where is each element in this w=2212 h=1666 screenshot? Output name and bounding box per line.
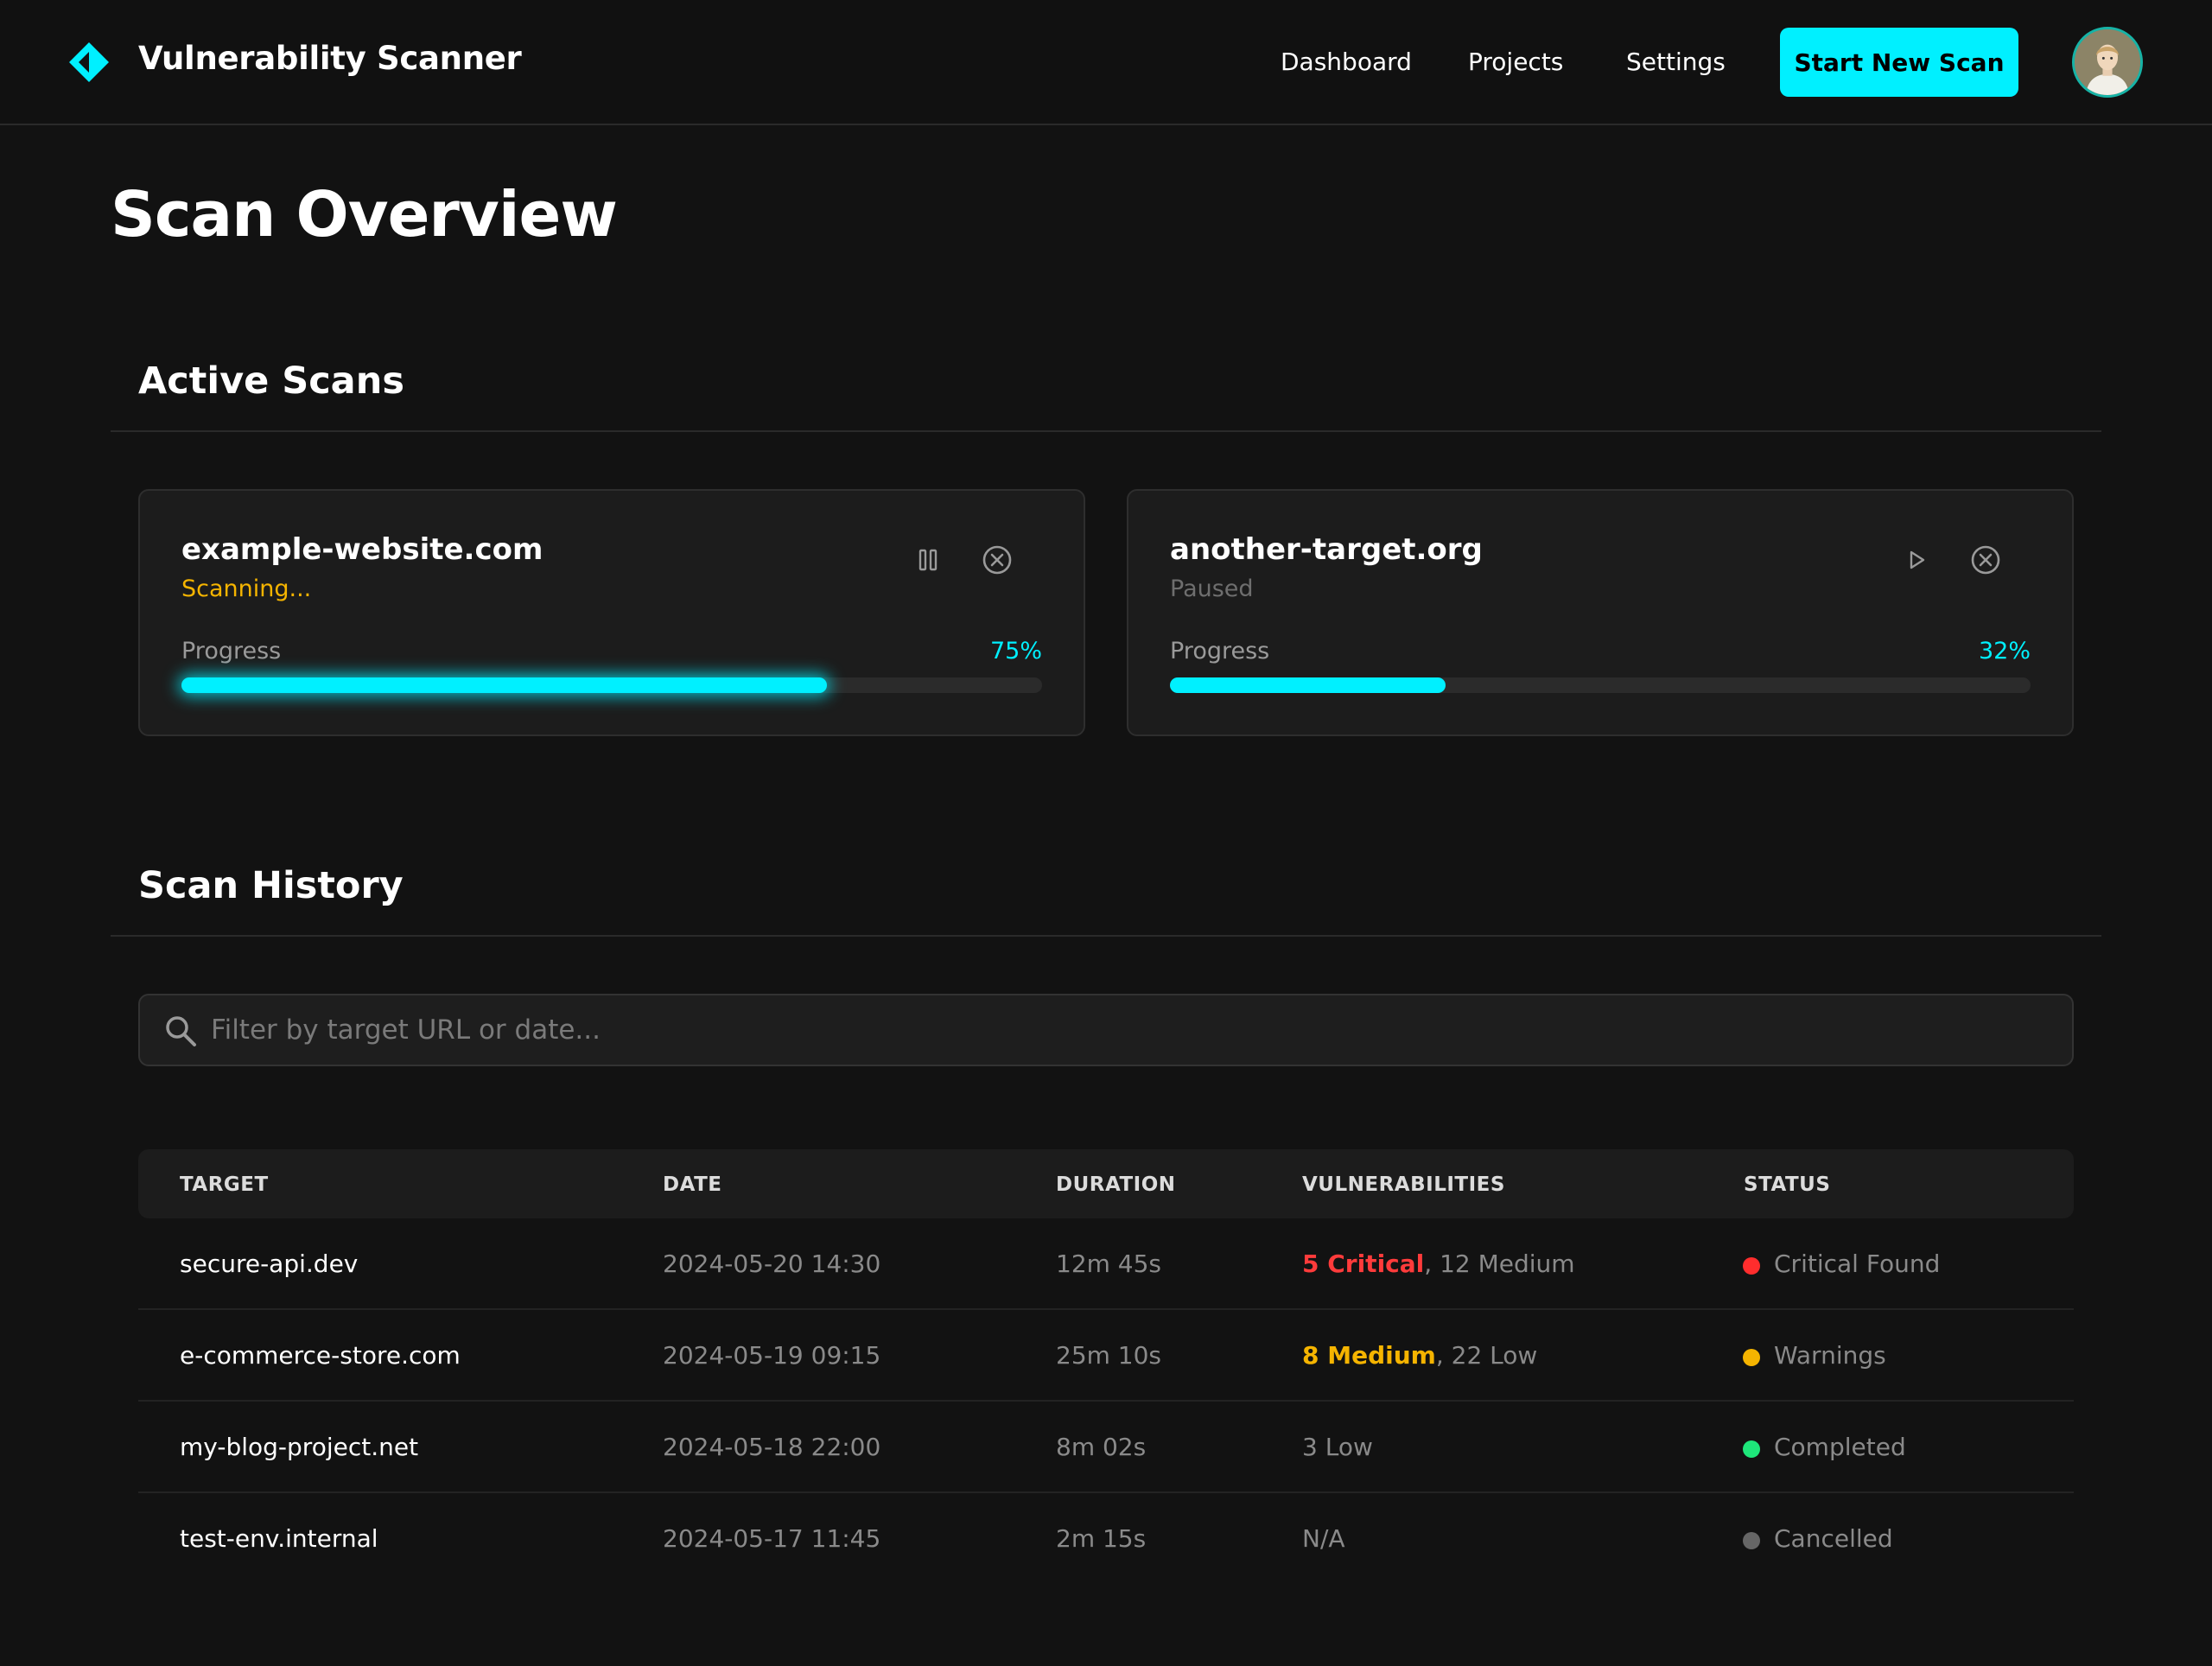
pause-icon[interactable] — [911, 543, 945, 577]
row-status: Critical Found — [1774, 1250, 1941, 1278]
severity-primary: 5 Critical — [1302, 1250, 1425, 1278]
status-dot — [1743, 1532, 1760, 1549]
row-date: 2024-05-18 22:00 — [663, 1433, 881, 1461]
table-row[interactable]: e-commerce-store.com 2024-05-19 09:15 25… — [138, 1310, 2074, 1402]
progress-fill — [181, 677, 827, 693]
active-scan-card: example-website.com Scanning... Progress… — [138, 489, 1085, 736]
row-status: Cancelled — [1774, 1524, 1893, 1553]
user-portrait-icon — [2075, 29, 2140, 95]
row-target[interactable]: my-blog-project.net — [180, 1433, 418, 1461]
active-scans-heading: Active Scans — [138, 359, 404, 403]
row-duration: 12m 45s — [1056, 1250, 1162, 1278]
progress-percent: 32% — [1978, 638, 2031, 664]
progress-label: Progress — [1170, 638, 1270, 664]
column-header-vulnerabilities[interactable]: VULNERABILITIES — [1302, 1173, 1505, 1196]
avatar[interactable] — [2072, 27, 2143, 98]
scan-target: another-target.org — [1170, 532, 1483, 567]
progress-track — [181, 677, 1042, 693]
severity-separator: , — [1435, 1341, 1452, 1370]
scan-status: Paused — [1170, 575, 1254, 602]
column-header-date[interactable]: DATE — [663, 1173, 722, 1196]
cancel-icon[interactable] — [980, 543, 1014, 577]
search-icon — [166, 1016, 196, 1046]
severity-separator: , — [1424, 1250, 1440, 1278]
row-vulnerabilities: N/A — [1302, 1524, 1345, 1553]
play-icon[interactable] — [1899, 543, 1934, 577]
cancel-icon[interactable] — [1968, 543, 2003, 577]
row-date: 2024-05-19 09:15 — [663, 1341, 881, 1370]
search-input[interactable] — [209, 1008, 2024, 1052]
top-nav-bar: Vulnerability Scanner Dashboard Projects… — [0, 0, 2212, 125]
progress-label: Progress — [181, 638, 282, 664]
app-title: Vulnerability Scanner — [138, 40, 522, 77]
section-divider — [111, 430, 2101, 432]
row-date: 2024-05-20 14:30 — [663, 1250, 881, 1278]
severity-secondary: 3 Low — [1302, 1433, 1373, 1461]
nav-link-dashboard[interactable]: Dashboard — [1281, 48, 1412, 76]
row-target[interactable]: test-env.internal — [180, 1524, 378, 1553]
table-row[interactable]: test-env.internal 2024-05-17 11:45 2m 15… — [138, 1493, 2074, 1585]
severity-secondary: 22 Low — [1451, 1341, 1538, 1370]
progress-fill — [1170, 677, 1446, 693]
diamond-logo-icon — [69, 42, 109, 82]
search-box — [138, 994, 2074, 1066]
column-header-target[interactable]: TARGET — [180, 1173, 269, 1196]
status-dot — [1743, 1349, 1760, 1366]
severity-primary: 8 Medium — [1302, 1341, 1436, 1370]
scan-target: example-website.com — [181, 532, 543, 567]
row-target[interactable]: secure-api.dev — [180, 1250, 358, 1278]
row-duration: 2m 15s — [1056, 1524, 1147, 1553]
table-row[interactable]: my-blog-project.net 2024-05-18 22:00 8m … — [138, 1402, 2074, 1493]
severity-secondary: 12 Medium — [1440, 1250, 1575, 1278]
row-vulnerabilities: 3 Low — [1302, 1433, 1373, 1461]
column-header-duration[interactable]: DURATION — [1056, 1173, 1176, 1196]
row-status: Completed — [1774, 1433, 1906, 1461]
nav-link-projects[interactable]: Projects — [1468, 48, 1563, 76]
row-vulnerabilities: 5 Critical, 12 Medium — [1302, 1250, 1575, 1278]
page-title: Scan Overview — [111, 178, 618, 251]
scan-status: Scanning... — [181, 575, 312, 602]
status-dot — [1743, 1257, 1760, 1275]
row-vulnerabilities: 8 Medium, 22 Low — [1302, 1341, 1537, 1370]
active-scan-card: another-target.org Paused Progress 32% — [1127, 489, 2074, 736]
progress-track — [1170, 677, 2031, 693]
row-date: 2024-05-17 11:45 — [663, 1524, 881, 1553]
progress-percent: 75% — [989, 638, 1042, 664]
section-divider — [111, 935, 2101, 937]
column-header-status[interactable]: STATUS — [1744, 1173, 1830, 1196]
row-duration: 8m 02s — [1056, 1433, 1147, 1461]
row-status: Warnings — [1774, 1341, 1886, 1370]
start-new-scan-button[interactable]: Start New Scan — [1780, 28, 2018, 97]
row-duration: 25m 10s — [1056, 1341, 1162, 1370]
scan-history-heading: Scan History — [138, 864, 404, 907]
table-header: TARGET DATE DURATION VULNERABILITIES STA… — [138, 1149, 2074, 1218]
severity-secondary: N/A — [1302, 1524, 1345, 1553]
status-dot — [1743, 1440, 1760, 1458]
row-target[interactable]: e-commerce-store.com — [180, 1341, 461, 1370]
nav-link-settings[interactable]: Settings — [1626, 48, 1726, 76]
table-row[interactable]: secure-api.dev 2024-05-20 14:30 12m 45s … — [138, 1218, 2074, 1310]
